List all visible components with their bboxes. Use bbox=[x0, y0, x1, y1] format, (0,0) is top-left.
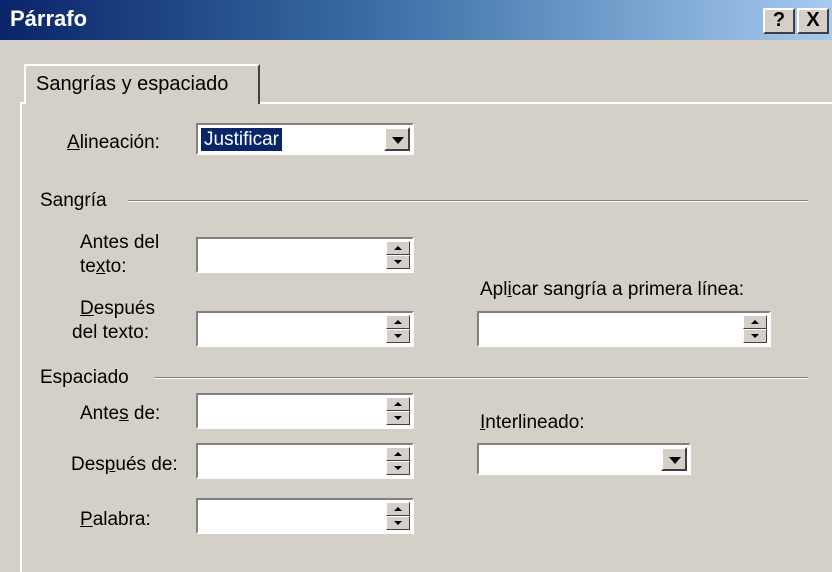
spacing-before-label: Antes de: bbox=[80, 403, 161, 424]
spacing-after-field[interactable] bbox=[196, 443, 414, 479]
help-button[interactable]: ? bbox=[763, 8, 795, 34]
indent-section-label: Sangría bbox=[40, 190, 107, 211]
spacing-divider bbox=[155, 377, 808, 379]
spin-down-icon[interactable] bbox=[386, 329, 410, 343]
indent-after-spinner[interactable] bbox=[386, 315, 410, 343]
spacing-before-spinner[interactable] bbox=[386, 397, 410, 425]
spin-down-icon[interactable] bbox=[386, 516, 410, 530]
spacing-after-spinner[interactable] bbox=[386, 447, 410, 475]
spin-up-icon[interactable] bbox=[386, 315, 410, 329]
alignment-select[interactable]: Justificar bbox=[196, 123, 414, 155]
indent-after-field[interactable] bbox=[196, 311, 414, 347]
alignment-value: Justificar bbox=[201, 128, 282, 151]
spin-up-icon[interactable] bbox=[386, 397, 410, 411]
first-line-indent-spinner[interactable] bbox=[743, 315, 767, 343]
word-spacing-label: Palabra: bbox=[80, 509, 151, 530]
alignment-label: Alineación: bbox=[67, 132, 160, 153]
close-button[interactable]: X bbox=[797, 8, 829, 34]
spin-up-icon[interactable] bbox=[386, 502, 410, 516]
spin-down-icon[interactable] bbox=[386, 411, 410, 425]
line-spacing-select[interactable] bbox=[477, 443, 691, 475]
spin-up-icon[interactable] bbox=[386, 447, 410, 461]
tab-sangrias-y-espaciado[interactable]: Sangrías y espaciado bbox=[24, 64, 260, 104]
spacing-before-field[interactable] bbox=[196, 393, 414, 429]
dialog-title: Párrafo bbox=[10, 6, 88, 31]
first-line-indent-field[interactable] bbox=[477, 311, 771, 347]
first-line-indent-label: Aplicar sangría a primera línea: bbox=[480, 279, 745, 300]
indent-after-label-line1: Después bbox=[80, 298, 156, 319]
spin-up-icon[interactable] bbox=[386, 241, 410, 255]
spin-down-icon[interactable] bbox=[386, 461, 410, 475]
chevron-down-icon[interactable] bbox=[661, 447, 687, 471]
spin-down-icon[interactable] bbox=[386, 255, 410, 269]
spacing-section-label: Espaciado bbox=[40, 367, 129, 388]
indent-before-spinner[interactable] bbox=[386, 241, 410, 269]
spacing-after-label: Después de: bbox=[71, 454, 178, 475]
word-spacing-spinner[interactable] bbox=[386, 502, 410, 530]
spin-up-icon[interactable] bbox=[743, 315, 767, 329]
indent-after-label-line2: del texto: bbox=[72, 322, 150, 343]
title-bar: Párrafo ? X bbox=[0, 0, 832, 40]
word-spacing-field[interactable] bbox=[196, 498, 414, 534]
indent-before-label-line2: texto: bbox=[80, 256, 127, 277]
indent-before-label-line1: Antes del bbox=[80, 232, 160, 253]
indent-divider bbox=[128, 200, 808, 202]
spin-down-icon[interactable] bbox=[743, 329, 767, 343]
chevron-down-icon[interactable] bbox=[384, 127, 410, 151]
line-spacing-label: Interlineado: bbox=[480, 412, 585, 433]
indent-before-field[interactable] bbox=[196, 237, 414, 273]
